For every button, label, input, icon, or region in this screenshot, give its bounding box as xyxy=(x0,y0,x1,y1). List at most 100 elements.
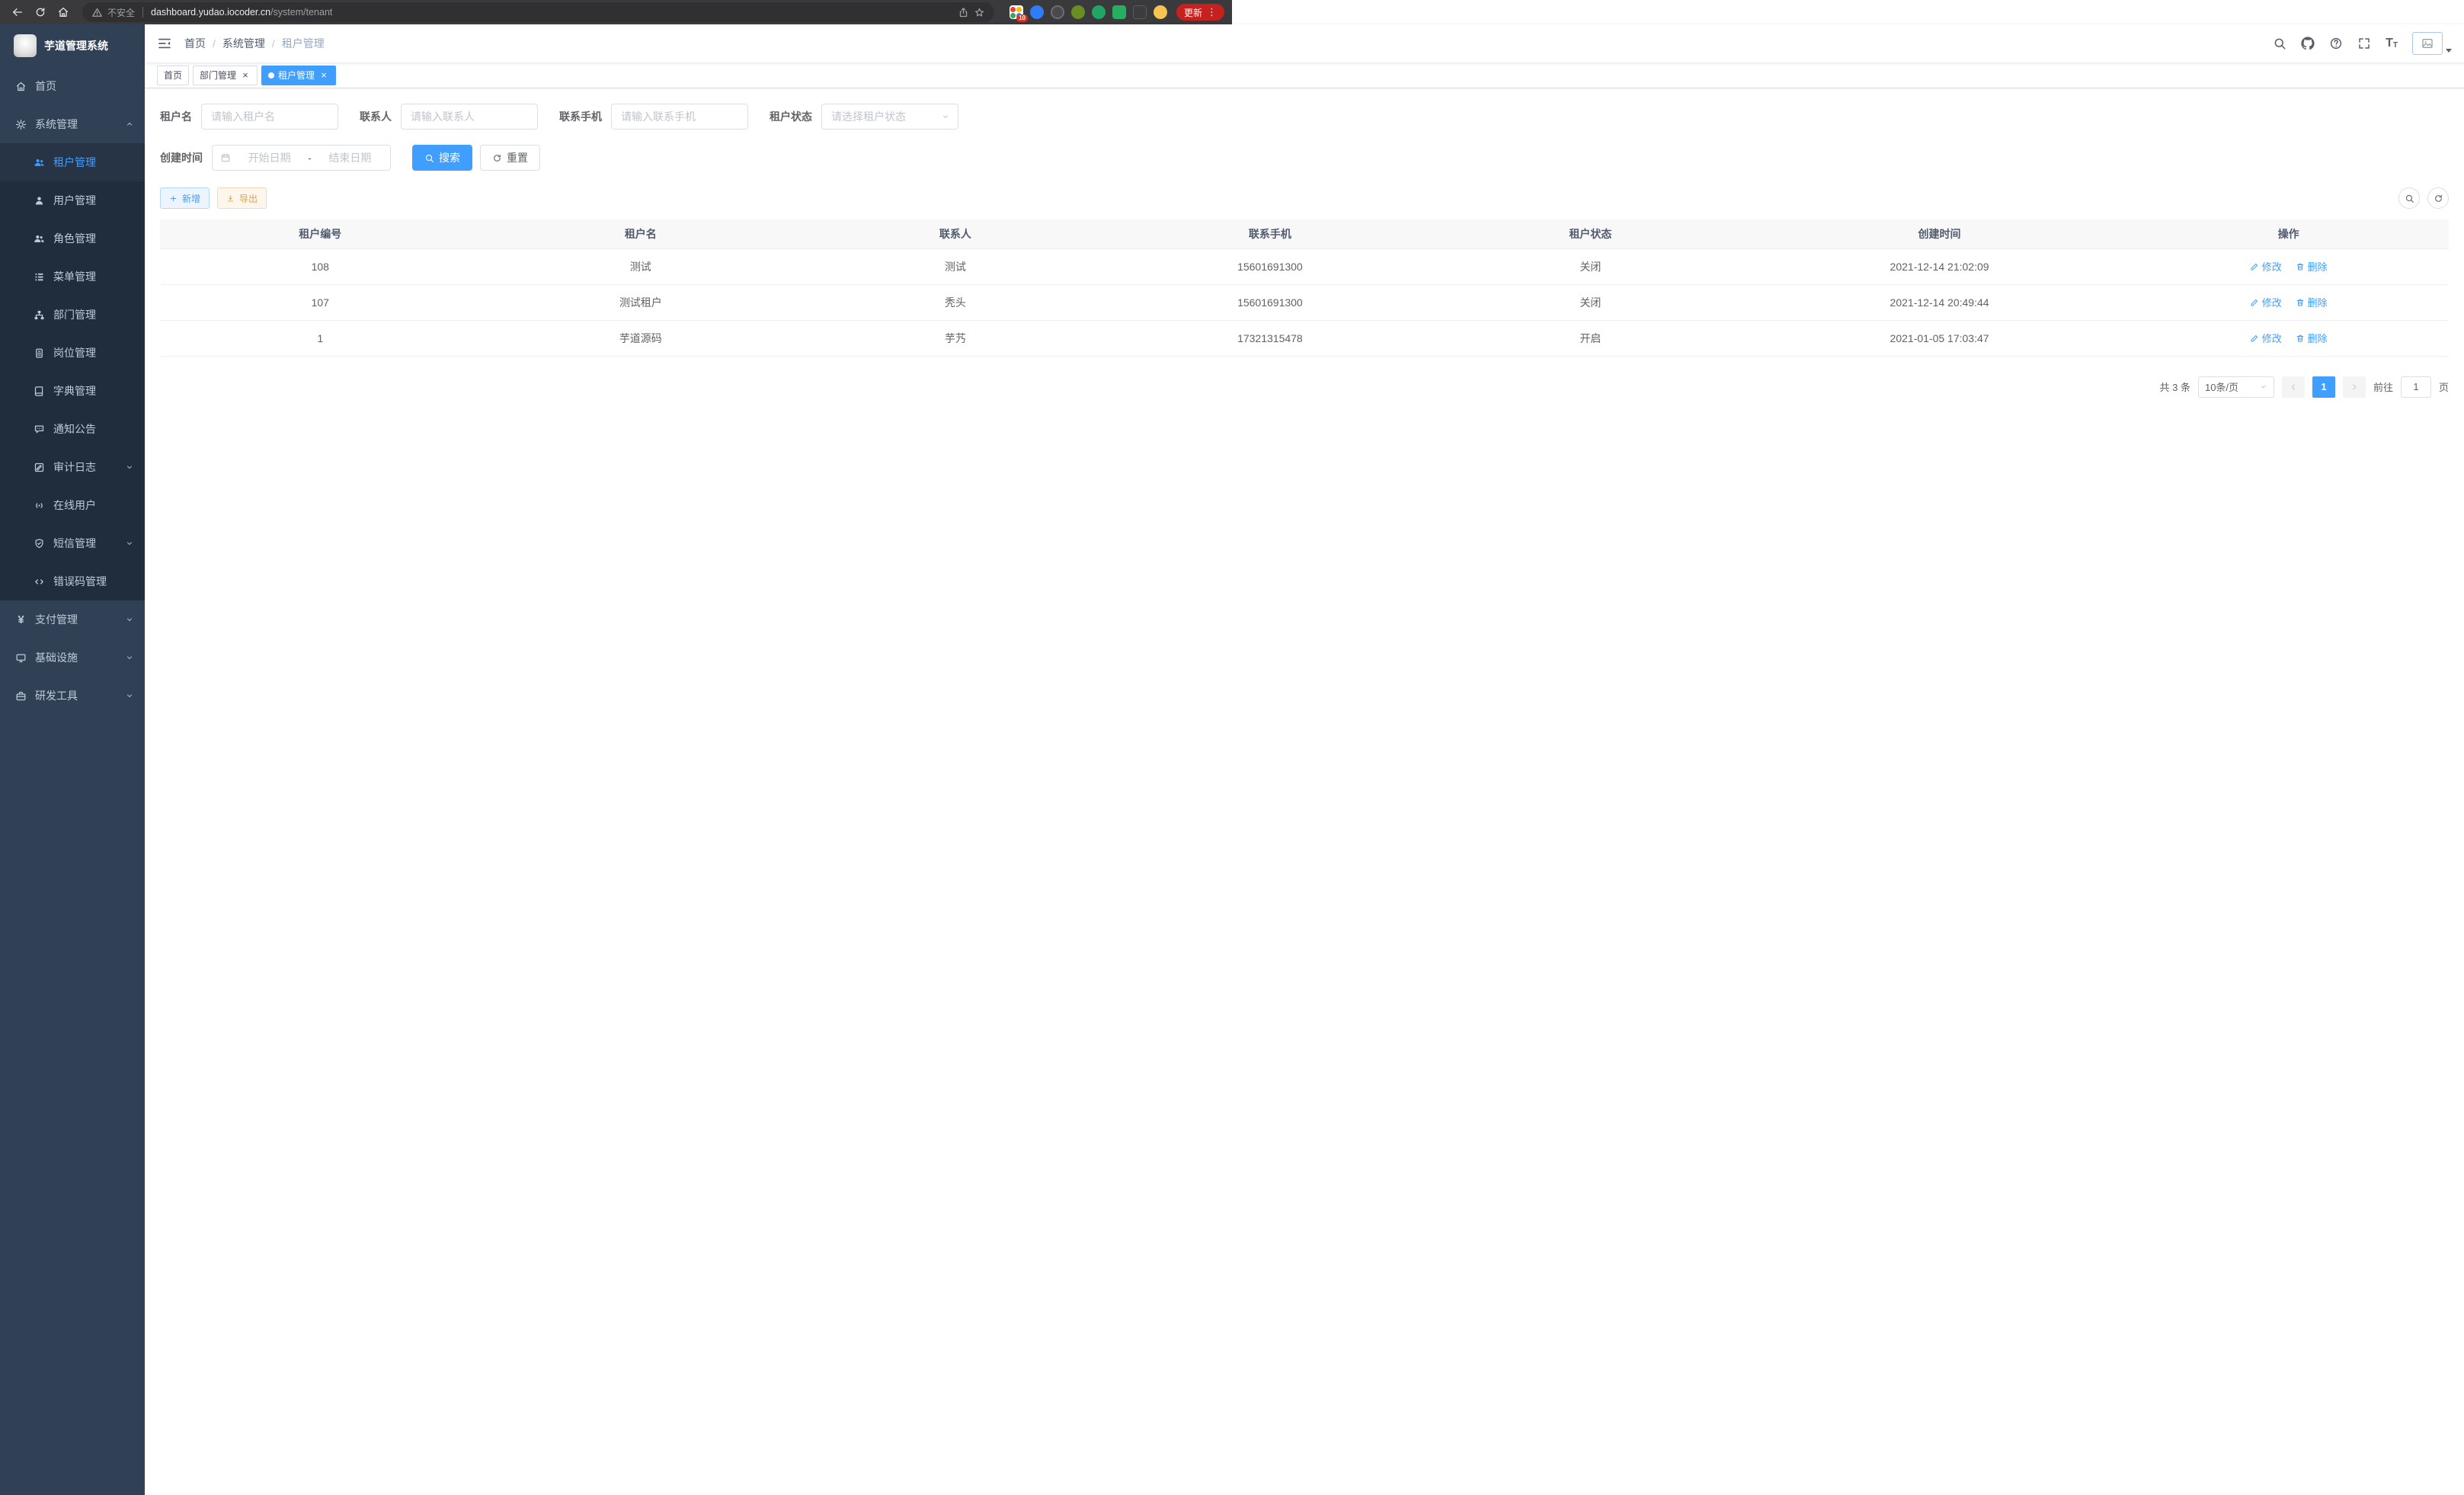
export-button[interactable]: 导出 xyxy=(217,187,267,209)
menu-list-icon xyxy=(34,271,45,283)
sidebar-item-dev-tools[interactable]: 研发工具 xyxy=(0,677,145,715)
sidebar-item-payment-management[interactable]: ¥ 支付管理 xyxy=(0,600,145,639)
browser-update-button[interactable]: 更新 ⋮ xyxy=(1176,4,1224,21)
sidebar-item-label: 菜单管理 xyxy=(53,269,96,284)
sidebar-item-infrastructure[interactable]: 基础设施 xyxy=(0,639,145,677)
chevron-down-icon xyxy=(125,463,134,472)
tab-tenant-management[interactable]: 租户管理 × xyxy=(261,66,336,85)
delete-button[interactable]: 删除 xyxy=(2296,259,2328,274)
refresh-table-button[interactable] xyxy=(2427,187,2449,209)
sidebar-item-error-code-management[interactable]: 错误码管理 xyxy=(0,562,145,600)
sidebar-item-menu-management[interactable]: 菜单管理 xyxy=(0,258,145,296)
filter-label: 联系人 xyxy=(360,109,392,124)
sidebar-item-sms-management[interactable]: 短信管理 xyxy=(0,524,145,562)
cell-phone: 15601691300 xyxy=(1110,284,1431,320)
cell-tenant-id: 1 xyxy=(160,320,481,356)
column-header: 租户状态 xyxy=(1430,219,1751,248)
tenant-name-input[interactable] xyxy=(201,104,338,130)
extension-icon-blue[interactable] xyxy=(1030,5,1044,19)
page-size-select[interactable]: 10条/页 xyxy=(2198,376,2274,398)
close-icon[interactable]: × xyxy=(318,70,329,81)
contact-input[interactable] xyxy=(401,104,538,130)
yen-icon: ¥ xyxy=(15,614,27,626)
sidebar-item-notice-announcement[interactable]: 通知公告 xyxy=(0,410,145,448)
download-icon xyxy=(226,194,235,203)
edit-button[interactable]: 修改 xyxy=(2250,259,2282,274)
github-icon[interactable] xyxy=(2301,37,2315,50)
reload-icon xyxy=(34,6,46,18)
breadcrumb-item[interactable]: 首页 xyxy=(184,36,206,51)
phone-input[interactable] xyxy=(611,104,748,130)
filter-contact: 联系人 xyxy=(360,104,538,130)
extension-icon-chat[interactable] xyxy=(1112,5,1126,19)
tab-home[interactable]: 首页 xyxy=(157,66,189,85)
delete-button[interactable]: 删除 xyxy=(2296,295,2328,309)
cell-status: 关闭 xyxy=(1430,284,1751,320)
sidebar-item-system-management[interactable]: 系统管理 xyxy=(0,105,145,143)
extension-icon-face[interactable] xyxy=(1154,5,1167,19)
cell-status: 开启 xyxy=(1430,320,1751,356)
sidebar-item-dict-management[interactable]: 字典管理 xyxy=(0,372,145,410)
font-size-icon[interactable]: TT xyxy=(2386,37,2398,50)
plus-icon xyxy=(169,194,178,203)
edit-button[interactable]: 修改 xyxy=(2250,331,2282,345)
reset-button[interactable]: 重置 xyxy=(480,145,540,171)
browser-home-button[interactable] xyxy=(53,2,73,22)
sidebar-item-home[interactable]: 首页 xyxy=(0,67,145,105)
browser-reload-button[interactable] xyxy=(30,2,50,22)
date-range-picker[interactable]: 开始日期 - 结束日期 xyxy=(212,145,391,171)
tab-dept-management[interactable]: 部门管理 × xyxy=(193,66,258,85)
filter-label: 联系手机 xyxy=(559,109,602,124)
status-select[interactable]: 请选择租户状态 xyxy=(821,104,958,130)
sidebar-item-label: 租户管理 xyxy=(53,155,96,170)
delete-button[interactable]: 删除 xyxy=(2296,331,2328,345)
org-tree-icon xyxy=(34,309,45,321)
sidebar-item-audit-log[interactable]: 审计日志 xyxy=(0,448,145,486)
sidebar-item-dept-management[interactable]: 部门管理 xyxy=(0,296,145,334)
edit-button[interactable]: 修改 xyxy=(2250,295,2282,309)
monitor-icon xyxy=(15,652,27,664)
filter-create-time: 创建时间 开始日期 - 结束日期 xyxy=(160,145,391,171)
breadcrumb-item[interactable]: 系统管理 xyxy=(222,36,265,51)
goto-page-input[interactable] xyxy=(2401,376,2431,398)
sidebar-item-online-users[interactable]: 在线用户 xyxy=(0,486,145,524)
cell-created: 2021-12-14 21:02:09 xyxy=(1751,248,2129,284)
extension-icon-green[interactable] xyxy=(1092,5,1106,19)
cell-created: 2021-01-05 17:03:47 xyxy=(1751,320,2129,356)
sidebar-toggle-icon[interactable] xyxy=(157,36,172,51)
extension-icon-paw[interactable] xyxy=(1133,5,1147,19)
user-menu[interactable] xyxy=(2412,32,2452,55)
sidebar-item-label: 通知公告 xyxy=(53,421,96,437)
search-icon[interactable] xyxy=(2273,37,2286,50)
fullscreen-icon[interactable] xyxy=(2357,37,2371,50)
page-number-button[interactable]: 1 xyxy=(2312,376,2335,398)
extension-icon-olive[interactable] xyxy=(1071,5,1085,19)
search-button[interactable]: 搜索 xyxy=(412,145,472,171)
search-icon xyxy=(2405,194,2414,203)
help-icon[interactable] xyxy=(2329,37,2343,50)
sidebar-item-label: 岗位管理 xyxy=(53,345,96,360)
add-button[interactable]: 新增 xyxy=(160,187,210,209)
browser-back-button[interactable] xyxy=(8,2,27,22)
bookmark-star-icon[interactable] xyxy=(974,7,985,18)
sidebar-item-label: 支付管理 xyxy=(35,612,78,627)
code-icon xyxy=(34,576,45,587)
close-icon[interactable]: × xyxy=(240,70,251,81)
extension-palette-icon[interactable]: 10 xyxy=(1010,5,1023,19)
hide-search-button[interactable] xyxy=(2398,187,2420,209)
sidebar-item-post-management[interactable]: 岗位管理 xyxy=(0,334,145,372)
share-icon[interactable] xyxy=(958,7,969,18)
trash-icon xyxy=(2296,334,2305,343)
address-bar[interactable]: 不安全 dashboard.yudao.iocoder.cn/system/te… xyxy=(82,2,994,22)
security-warning-icon xyxy=(91,7,103,18)
home-icon xyxy=(15,81,27,92)
avatar[interactable] xyxy=(2412,32,2443,55)
sidebar-item-tenant-management[interactable]: 租户管理 xyxy=(0,143,145,181)
sidebar-item-role-management[interactable]: 角色管理 xyxy=(0,219,145,258)
extension-icon-dark-ring[interactable] xyxy=(1051,5,1064,19)
sidebar-item-user-management[interactable]: 用户管理 xyxy=(0,181,145,219)
sidebar-item-label: 系统管理 xyxy=(35,117,78,132)
browser-menu-icon[interactable]: ⋮ xyxy=(1207,6,1217,18)
next-page-button[interactable] xyxy=(2343,376,2366,398)
prev-page-button[interactable] xyxy=(2282,376,2305,398)
